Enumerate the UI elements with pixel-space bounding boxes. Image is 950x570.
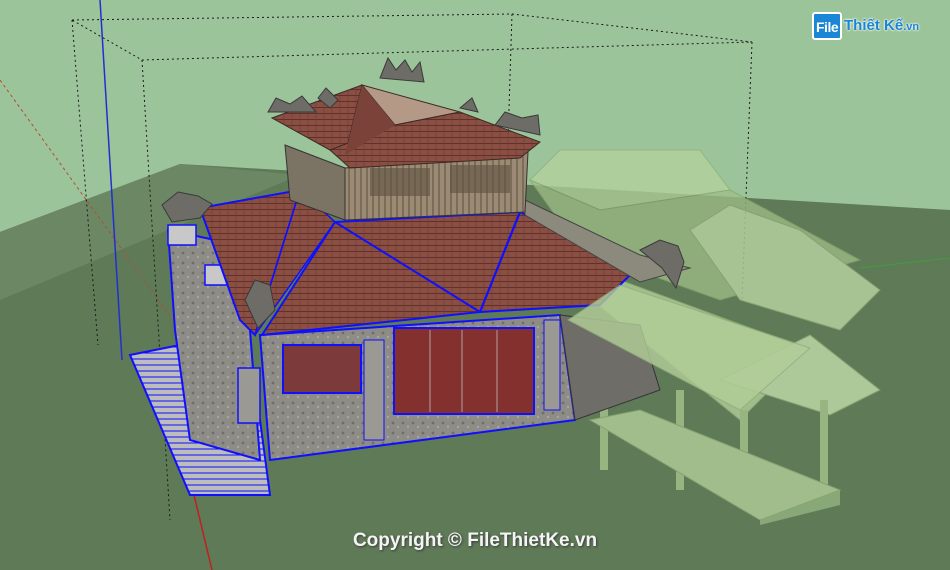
logo-file-badge: File [812,12,842,40]
logo-text: Thiết Kế.vn [844,17,920,34]
copyright-watermark: Copyright © FileThietKe.vn [352,530,598,551]
sketchup-viewport[interactable]: File Thiết Kế.vn Copyright © FileThietKe… [0,0,950,570]
3d-scene[interactable] [0,0,950,570]
filethietke-logo: File Thiết Kế.vn [812,10,924,44]
